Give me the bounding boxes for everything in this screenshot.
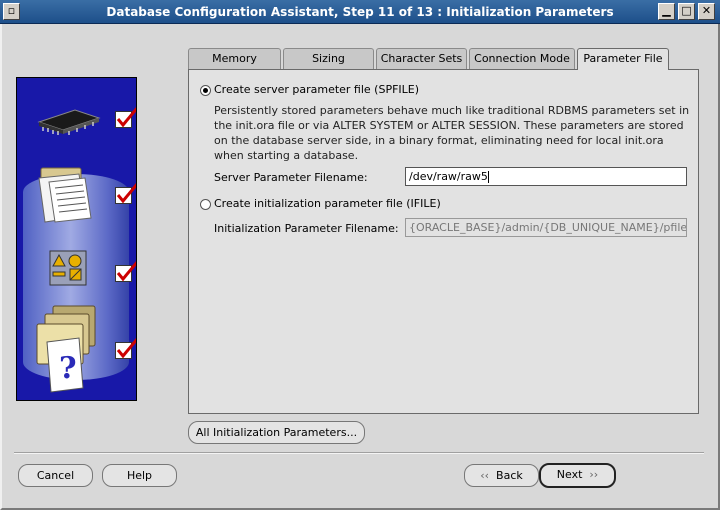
shapes-icon xyxy=(49,250,87,286)
init-param-filename-label: Initialization Parameter Filename: xyxy=(214,222,399,235)
next-button[interactable]: Next ›› xyxy=(539,463,616,488)
button-bar-separator xyxy=(14,452,704,454)
all-initialization-parameters-button[interactable]: All Initialization Parameters... xyxy=(188,421,365,444)
step-complete-check-icon xyxy=(115,183,136,204)
back-button[interactable]: ‹‹ Back xyxy=(464,464,539,487)
server-param-filename-value: /dev/raw/raw5 xyxy=(409,170,488,183)
parameter-file-panel: Create server parameter file (SPFILE) Pe… xyxy=(188,69,699,414)
server-param-filename-label: Server Parameter Filename: xyxy=(214,171,368,184)
ifile-option-label[interactable]: Create initialization parameter file (IF… xyxy=(214,197,441,210)
svg-text:?: ? xyxy=(59,351,77,386)
minimize-icon[interactable]: ▁ xyxy=(658,3,675,20)
ifile-radio[interactable] xyxy=(200,199,211,210)
window-title: Database Configuration Assistant, Step 1… xyxy=(106,5,614,19)
step-complete-check-icon xyxy=(115,261,136,282)
memory-chip-icon xyxy=(37,109,101,135)
wizard-image-panel: ? xyxy=(16,77,137,401)
init-param-filename-input[interactable]: {ORACLE_BASE}/admin/{DB_UNIQUE_NAME}/pfi… xyxy=(405,218,687,237)
tab-sizing[interactable]: Sizing xyxy=(283,48,374,69)
tab-character-sets[interactable]: Character Sets xyxy=(376,48,467,69)
spfile-option-label[interactable]: Create server parameter file (SPFILE) xyxy=(214,83,419,96)
maximize-icon[interactable]: □ xyxy=(678,3,695,20)
text-caret xyxy=(487,171,489,183)
step-complete-check-icon xyxy=(115,338,136,359)
back-arrow-icon: ‹‹ xyxy=(480,469,490,482)
step-complete-check-icon xyxy=(115,107,136,128)
next-button-label: Next xyxy=(556,468,583,481)
tab-parameter-file[interactable]: Parameter File xyxy=(577,48,669,70)
title-bar: ▫ Database Configuration Assistant, Step… xyxy=(0,0,720,24)
help-folders-icon: ? xyxy=(36,305,96,393)
tab-memory[interactable]: Memory xyxy=(188,48,281,69)
help-button[interactable]: Help xyxy=(102,464,177,487)
close-icon[interactable]: ✕ xyxy=(698,3,715,20)
documents-icon xyxy=(38,167,92,223)
tab-connection-mode[interactable]: Connection Mode xyxy=(469,48,575,69)
back-button-label: Back xyxy=(496,469,523,482)
spfile-description: Persistently stored parameters behave mu… xyxy=(214,104,690,162)
spfile-radio[interactable] xyxy=(200,85,211,96)
server-param-filename-input[interactable]: /dev/raw/raw5 xyxy=(405,167,687,186)
next-arrow-icon: ›› xyxy=(589,468,599,481)
cancel-button[interactable]: Cancel xyxy=(18,464,93,487)
